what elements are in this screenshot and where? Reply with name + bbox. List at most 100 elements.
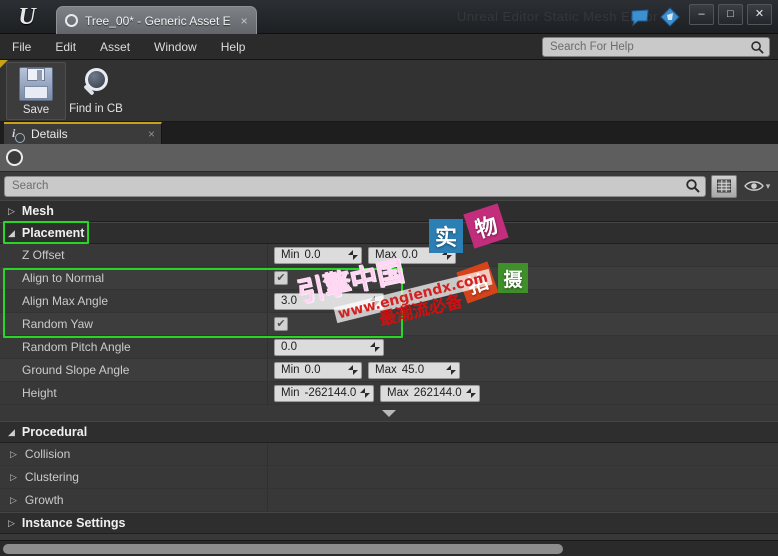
scrollbar-thumb[interactable] <box>3 543 563 554</box>
menu-item-asset[interactable]: Asset <box>88 36 142 58</box>
menu-item-edit[interactable]: Edit <box>43 36 88 58</box>
ground-slope-max-field[interactable]: Max 45.0 <box>368 361 460 379</box>
tab-details[interactable]: Details × <box>4 122 162 144</box>
spinner-icon[interactable] <box>347 364 359 376</box>
subcategory-clustering[interactable]: ▷ Clustering <box>0 466 778 489</box>
category-instance-settings-label: Instance Settings <box>21 516 126 530</box>
chevron-down-icon <box>382 409 396 417</box>
property-row-align-max-angle: Align Max Angle 3.0 <box>0 290 778 313</box>
z-offset-max-value: 0.0 <box>401 249 418 261</box>
minimize-button[interactable]: – <box>689 4 714 25</box>
property-row-random-pitch-angle: Random Pitch Angle 0.0 <box>0 336 778 359</box>
spinner-icon[interactable] <box>445 364 457 376</box>
chevron-down-icon: ◢ <box>8 426 15 437</box>
category-mesh-label: Mesh <box>21 204 54 218</box>
category-procedural-label: Procedural <box>21 425 88 439</box>
menu-bar: File Edit Asset Window Help Search For H… <box>0 34 778 60</box>
title-bar: U Tree_00* - Generic Asset E × Unreal Ed… <box>0 0 778 34</box>
save-button-label: Save <box>22 104 50 116</box>
document-status-circle-icon <box>65 14 78 27</box>
spinner-icon[interactable] <box>369 341 381 353</box>
property-row-align-to-normal: Align to Normal ✔ <box>0 267 778 290</box>
spinner-icon[interactable] <box>441 249 453 261</box>
search-input[interactable]: Search <box>4 175 706 197</box>
view-options-button[interactable]: ▾ <box>740 175 774 198</box>
chevron-right-icon: ▷ <box>8 205 15 216</box>
ground-slope-min-field[interactable]: Min 0.0 <box>274 361 362 379</box>
z-offset-max-field[interactable]: Max 0.0 <box>368 246 456 264</box>
random-pitch-angle-field[interactable]: 0.0 <box>274 338 384 356</box>
spinner-icon[interactable] <box>347 249 359 261</box>
asset-toolbar: Save Find in CB <box>0 60 778 122</box>
details-search-row: Search ▾ <box>0 172 778 200</box>
align-max-angle-field[interactable]: 3.0 <box>274 292 384 310</box>
search-icon <box>751 40 764 54</box>
maximize-button[interactable]: □ <box>718 4 743 25</box>
menu-item-help[interactable]: Help <box>209 36 258 58</box>
find-in-cb-button[interactable]: Find in CB <box>66 62 126 120</box>
document-tab-close-icon[interactable]: × <box>241 14 248 28</box>
property-label-z-offset: Z Offset <box>0 244 268 266</box>
max-prefix: Max <box>387 387 409 399</box>
chevron-right-icon: ▷ <box>10 448 17 459</box>
spinner-icon[interactable] <box>369 295 381 307</box>
titlebar-icon-group <box>628 5 682 29</box>
grid-view-icon[interactable] <box>711 174 737 198</box>
unreal-logo-icon: U <box>18 3 36 30</box>
property-label-ground-slope-angle: Ground Slope Angle <box>0 359 268 381</box>
tab-details-label: Details <box>31 127 68 141</box>
subcategory-clustering-label: Clustering <box>24 470 79 484</box>
height-min-field[interactable]: Min -262144.0 <box>274 384 374 402</box>
spinner-icon[interactable] <box>465 387 477 399</box>
property-row-ground-slope-angle: Ground Slope Angle Min 0.0 Max 45.0 <box>0 359 778 382</box>
property-label-random-pitch-angle: Random Pitch Angle <box>0 336 268 358</box>
max-prefix: Max <box>375 364 397 376</box>
z-offset-min-field[interactable]: Min 0.0 <box>274 246 362 264</box>
min-prefix: Min <box>281 387 300 399</box>
show-more-properties-button[interactable] <box>0 405 778 421</box>
feedback-icon[interactable] <box>628 5 652 29</box>
magnifier-icon <box>79 66 113 100</box>
tab-details-close-icon[interactable]: × <box>148 127 155 141</box>
help-search-placeholder: Search For Help <box>550 41 634 53</box>
menu-item-window[interactable]: Window <box>142 36 209 58</box>
close-button[interactable]: ✕ <box>747 4 772 25</box>
details-panel-toolbar <box>0 144 778 172</box>
subcategory-collision[interactable]: ▷ Collision <box>0 443 778 466</box>
floppy-disk-icon <box>19 67 53 101</box>
property-label-align-max-angle: Align Max Angle <box>0 290 268 312</box>
chevron-down-icon: ◢ <box>8 227 15 238</box>
height-max-value: 262144.0 <box>413 387 462 399</box>
lock-circle-icon[interactable] <box>6 149 23 166</box>
category-placement[interactable]: ◢ Placement <box>0 222 778 244</box>
launcher-diamond-icon[interactable] <box>658 5 682 29</box>
ground-slope-min-value: 0.0 <box>304 364 321 376</box>
min-prefix: Min <box>281 364 300 376</box>
spinner-icon[interactable] <box>359 387 371 399</box>
property-row-z-offset: Z Offset Min 0.0 Max 0.0 <box>0 244 778 267</box>
property-label-height: Height <box>0 382 268 404</box>
horizontal-scrollbar[interactable] <box>0 540 778 556</box>
category-instance-settings[interactable]: ▷ Instance Settings <box>0 512 778 534</box>
category-mesh[interactable]: ▷ Mesh <box>0 200 778 222</box>
random-yaw-checkbox[interactable]: ✔ <box>274 317 288 331</box>
save-button[interactable]: Save <box>6 62 66 120</box>
document-tab-label: Tree_00* - Generic Asset E <box>85 13 231 28</box>
chevron-right-icon: ▷ <box>8 517 15 528</box>
chevron-right-icon: ▷ <box>10 494 17 505</box>
menu-item-file[interactable]: File <box>0 36 43 58</box>
category-procedural[interactable]: ◢ Procedural <box>0 421 778 443</box>
min-prefix: Min <box>281 249 300 261</box>
unreal-editor-window: U Tree_00* - Generic Asset E × Unreal Ed… <box>0 0 778 556</box>
subcategory-growth-label: Growth <box>24 493 64 507</box>
align-to-normal-checkbox[interactable]: ✔ <box>274 271 288 285</box>
help-search-box[interactable]: Search For Help <box>542 37 770 57</box>
max-prefix: Max <box>375 249 397 261</box>
eye-icon <box>743 181 764 191</box>
search-icon <box>686 179 700 193</box>
document-tab[interactable]: Tree_00* - Generic Asset E × <box>56 6 257 34</box>
ground-slope-max-value: 45.0 <box>401 364 425 376</box>
toolbar-button-group: Save Find in CB <box>6 62 126 120</box>
subcategory-growth[interactable]: ▷ Growth <box>0 489 778 512</box>
height-max-field[interactable]: Max 262144.0 <box>380 384 480 402</box>
